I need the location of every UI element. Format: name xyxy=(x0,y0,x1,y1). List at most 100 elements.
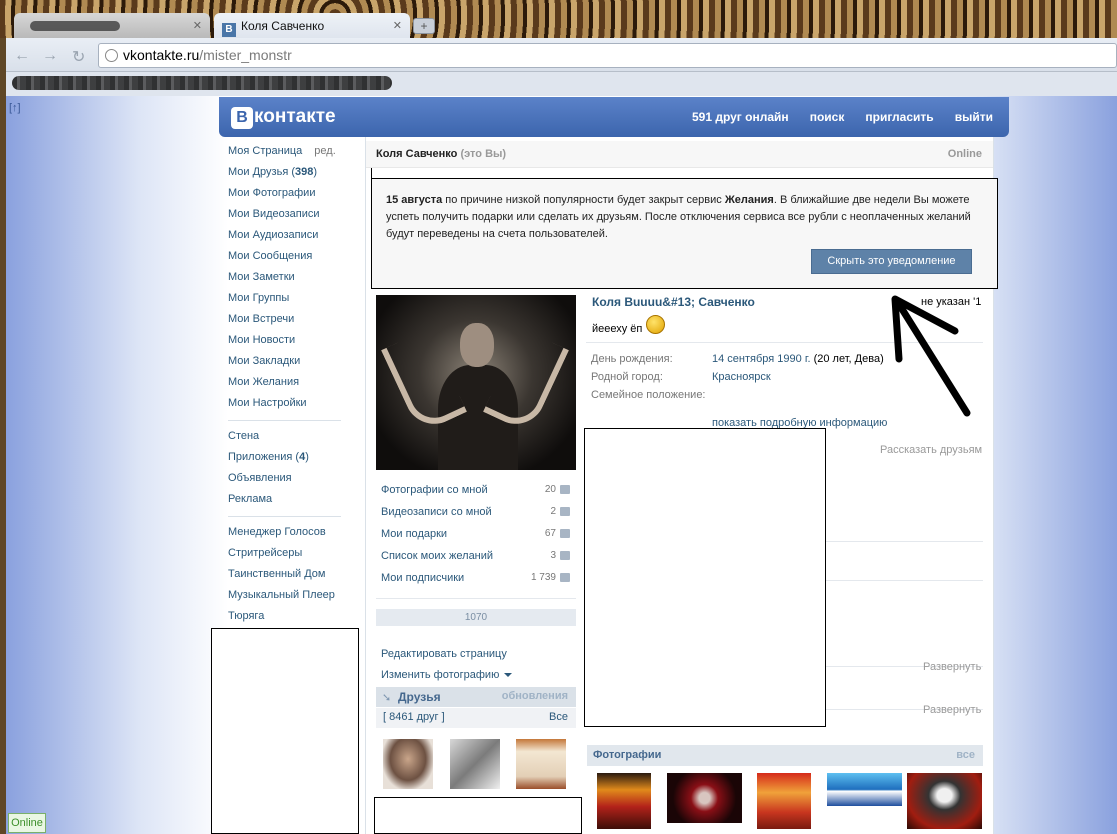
friend-avatar[interactable] xyxy=(383,739,433,789)
menu-app-house[interactable]: Таинственный Дом xyxy=(228,568,343,589)
online-badge: Online xyxy=(8,813,46,833)
new-tab-button[interactable]: + xyxy=(413,18,435,34)
hometown-link[interactable]: Красноярск xyxy=(712,371,771,383)
edit-link[interactable]: ред. xyxy=(314,145,335,157)
tell-friends-link[interactable]: Рассказать друзьям xyxy=(880,444,982,456)
menu-my-page[interactable]: Моя Страница ред. xyxy=(228,145,343,166)
menu-app-player[interactable]: Музыкальный Плеер xyxy=(228,589,343,610)
collapse-arrow-icon: ➘ xyxy=(382,692,392,704)
hide-notice-button[interactable]: Скрыть это уведомление xyxy=(811,249,972,274)
photo-thumbnail[interactable] xyxy=(757,773,811,829)
stat-wishlist[interactable]: Список моих желаний 3 xyxy=(376,550,576,572)
menu-advertising[interactable]: Реклама xyxy=(228,493,343,514)
search-link[interactable]: поиск xyxy=(810,110,845,124)
menu-apps[interactable]: Приложения (4) xyxy=(228,451,343,472)
notice-date: 15 августа xyxy=(386,194,443,206)
back-icon[interactable]: ← xyxy=(14,47,30,65)
logo-text: контакте xyxy=(254,106,336,127)
profile-stats: Фотографии со мной 20 Видеозаписи со мной… xyxy=(376,484,576,594)
menu-my-bookmarks[interactable]: Мои Закладки xyxy=(228,355,343,376)
divider xyxy=(826,541,983,542)
profile-header-bar: Коля Савченко (это Вы) Online xyxy=(366,141,993,168)
invite-link[interactable]: пригласить xyxy=(865,110,933,124)
friends-count-row: [ 8461 друг ] Все xyxy=(376,708,576,728)
menu-divider xyxy=(228,516,341,517)
address-bar[interactable]: vkontakte.ru/mister_monstr xyxy=(98,43,1117,68)
film-icon xyxy=(560,507,570,516)
url-host: vkontakte.ru xyxy=(123,47,200,63)
wishes-closing-notice: 15 августа по причине низкой популярност… xyxy=(371,178,998,289)
friend-avatar[interactable] xyxy=(516,739,566,789)
stat-subscribers[interactable]: Мои подписчики 1 739 xyxy=(376,572,576,594)
stat-gifts[interactable]: Мои подарки 67 xyxy=(376,528,576,550)
forward-icon[interactable]: → xyxy=(42,47,58,65)
friends-block-header[interactable]: ➘ Друзья обновления xyxy=(376,687,576,707)
menu-my-events[interactable]: Мои Встречи xyxy=(228,313,343,334)
menu-app-racers[interactable]: Стритрейсеры xyxy=(228,547,343,568)
photo-thumbnail[interactable] xyxy=(907,773,982,829)
notice-border-tick xyxy=(371,168,372,178)
expand-link[interactable]: Развернуть xyxy=(923,661,981,673)
profile-owner-name: Коля Савченко (это Вы) xyxy=(376,148,507,160)
people-icon xyxy=(560,573,570,582)
drawn-arrow-icon xyxy=(891,295,971,417)
browser-titlebar: ✕ В Коля Савченко ✕ + xyxy=(0,0,1117,38)
menu-app-votes[interactable]: Менеджер Голосов xyxy=(228,526,343,547)
logout-link[interactable]: выйти xyxy=(955,110,993,124)
photos-all-link[interactable]: все xyxy=(956,749,975,761)
menu-my-photos[interactable]: Мои Фотографии xyxy=(228,187,343,208)
notice-text: по причине низкой популярности будет зак… xyxy=(442,194,725,206)
left-menu: Моя Страница ред. Мои Друзья (398) Мои Фо… xyxy=(228,145,343,643)
side-marker[interactable]: [↑] xyxy=(9,102,21,114)
friends-count[interactable]: [ 8461 друг ] xyxy=(383,711,445,723)
reload-icon[interactable]: ↻ xyxy=(72,47,85,67)
tab-title: Коля Савченко xyxy=(241,19,325,33)
gift-icon xyxy=(560,529,570,538)
menu-my-groups[interactable]: Мои Группы xyxy=(228,292,343,313)
browser-tab[interactable]: ✕ xyxy=(14,13,210,38)
menu-my-settings[interactable]: Мои Настройки xyxy=(228,397,343,418)
profile-actions: Редактировать страницу Изменить фотограф… xyxy=(381,648,513,690)
friends-online-link[interactable]: 591 друг онлайн xyxy=(692,110,789,124)
birthday-link[interactable]: 14 сентября 1990 г. xyxy=(712,353,811,365)
menu-my-news[interactable]: Мои Новости xyxy=(228,334,343,355)
menu-my-wishes[interactable]: Мои Желания xyxy=(228,376,343,397)
stat-photos-with-me[interactable]: Фотографии со мной 20 xyxy=(376,484,576,506)
browser-tab-active[interactable]: В Коля Савченко ✕ xyxy=(214,13,410,38)
divider xyxy=(826,580,983,581)
friend-avatar[interactable] xyxy=(450,739,500,789)
menu-ads[interactable]: Объявления xyxy=(228,472,343,493)
menu-my-videos[interactable]: Мои Видеозаписи xyxy=(228,208,343,229)
menu-my-messages[interactable]: Мои Сообщения xyxy=(228,250,343,271)
stat-videos-with-me[interactable]: Видеозаписи со мной 2 xyxy=(376,506,576,528)
friends-all-link[interactable]: Все xyxy=(549,711,568,723)
redacted-tab-title xyxy=(30,21,120,31)
list-icon xyxy=(560,551,570,560)
menu-wall[interactable]: Стена xyxy=(228,430,343,451)
vk-logo[interactable]: Вконтакте xyxy=(231,106,336,129)
menu-my-notes[interactable]: Мои Заметки xyxy=(228,271,343,292)
photo-thumbnail[interactable] xyxy=(667,773,742,823)
menu-my-friends[interactable]: Мои Друзья (398) xyxy=(228,166,343,187)
photos-block-header[interactable]: Фотографии все xyxy=(587,745,983,766)
photo-thumbnail[interactable] xyxy=(597,773,651,829)
photo-hand-right-shape xyxy=(482,328,570,434)
vk-favicon-icon: В xyxy=(222,23,236,37)
redacted-bookmarks xyxy=(12,76,392,90)
close-tab-icon[interactable]: ✕ xyxy=(393,19,402,32)
rating-value: 1070 xyxy=(464,612,488,623)
rating-bar[interactable]: 1070 xyxy=(376,609,576,626)
close-tab-icon[interactable]: ✕ xyxy=(193,19,202,32)
friends-updates-link[interactable]: обновления xyxy=(502,690,568,702)
dropdown-arrow-icon xyxy=(504,673,513,677)
profile-photo[interactable] xyxy=(376,295,576,470)
profile-status-text[interactable]: йееехy ёп xyxy=(592,323,642,335)
menu-my-audio[interactable]: Мои Аудиозаписи xyxy=(228,229,343,250)
photo-thumbnail[interactable] xyxy=(827,773,902,806)
photos-title: Фотографии xyxy=(593,749,662,761)
logo-letter: В xyxy=(231,107,253,129)
url-path: /mister_monstr xyxy=(199,47,292,63)
expand-link[interactable]: Развернуть xyxy=(923,704,981,716)
menu-divider xyxy=(228,420,341,421)
edit-page-link[interactable]: Редактировать страницу xyxy=(381,648,512,669)
